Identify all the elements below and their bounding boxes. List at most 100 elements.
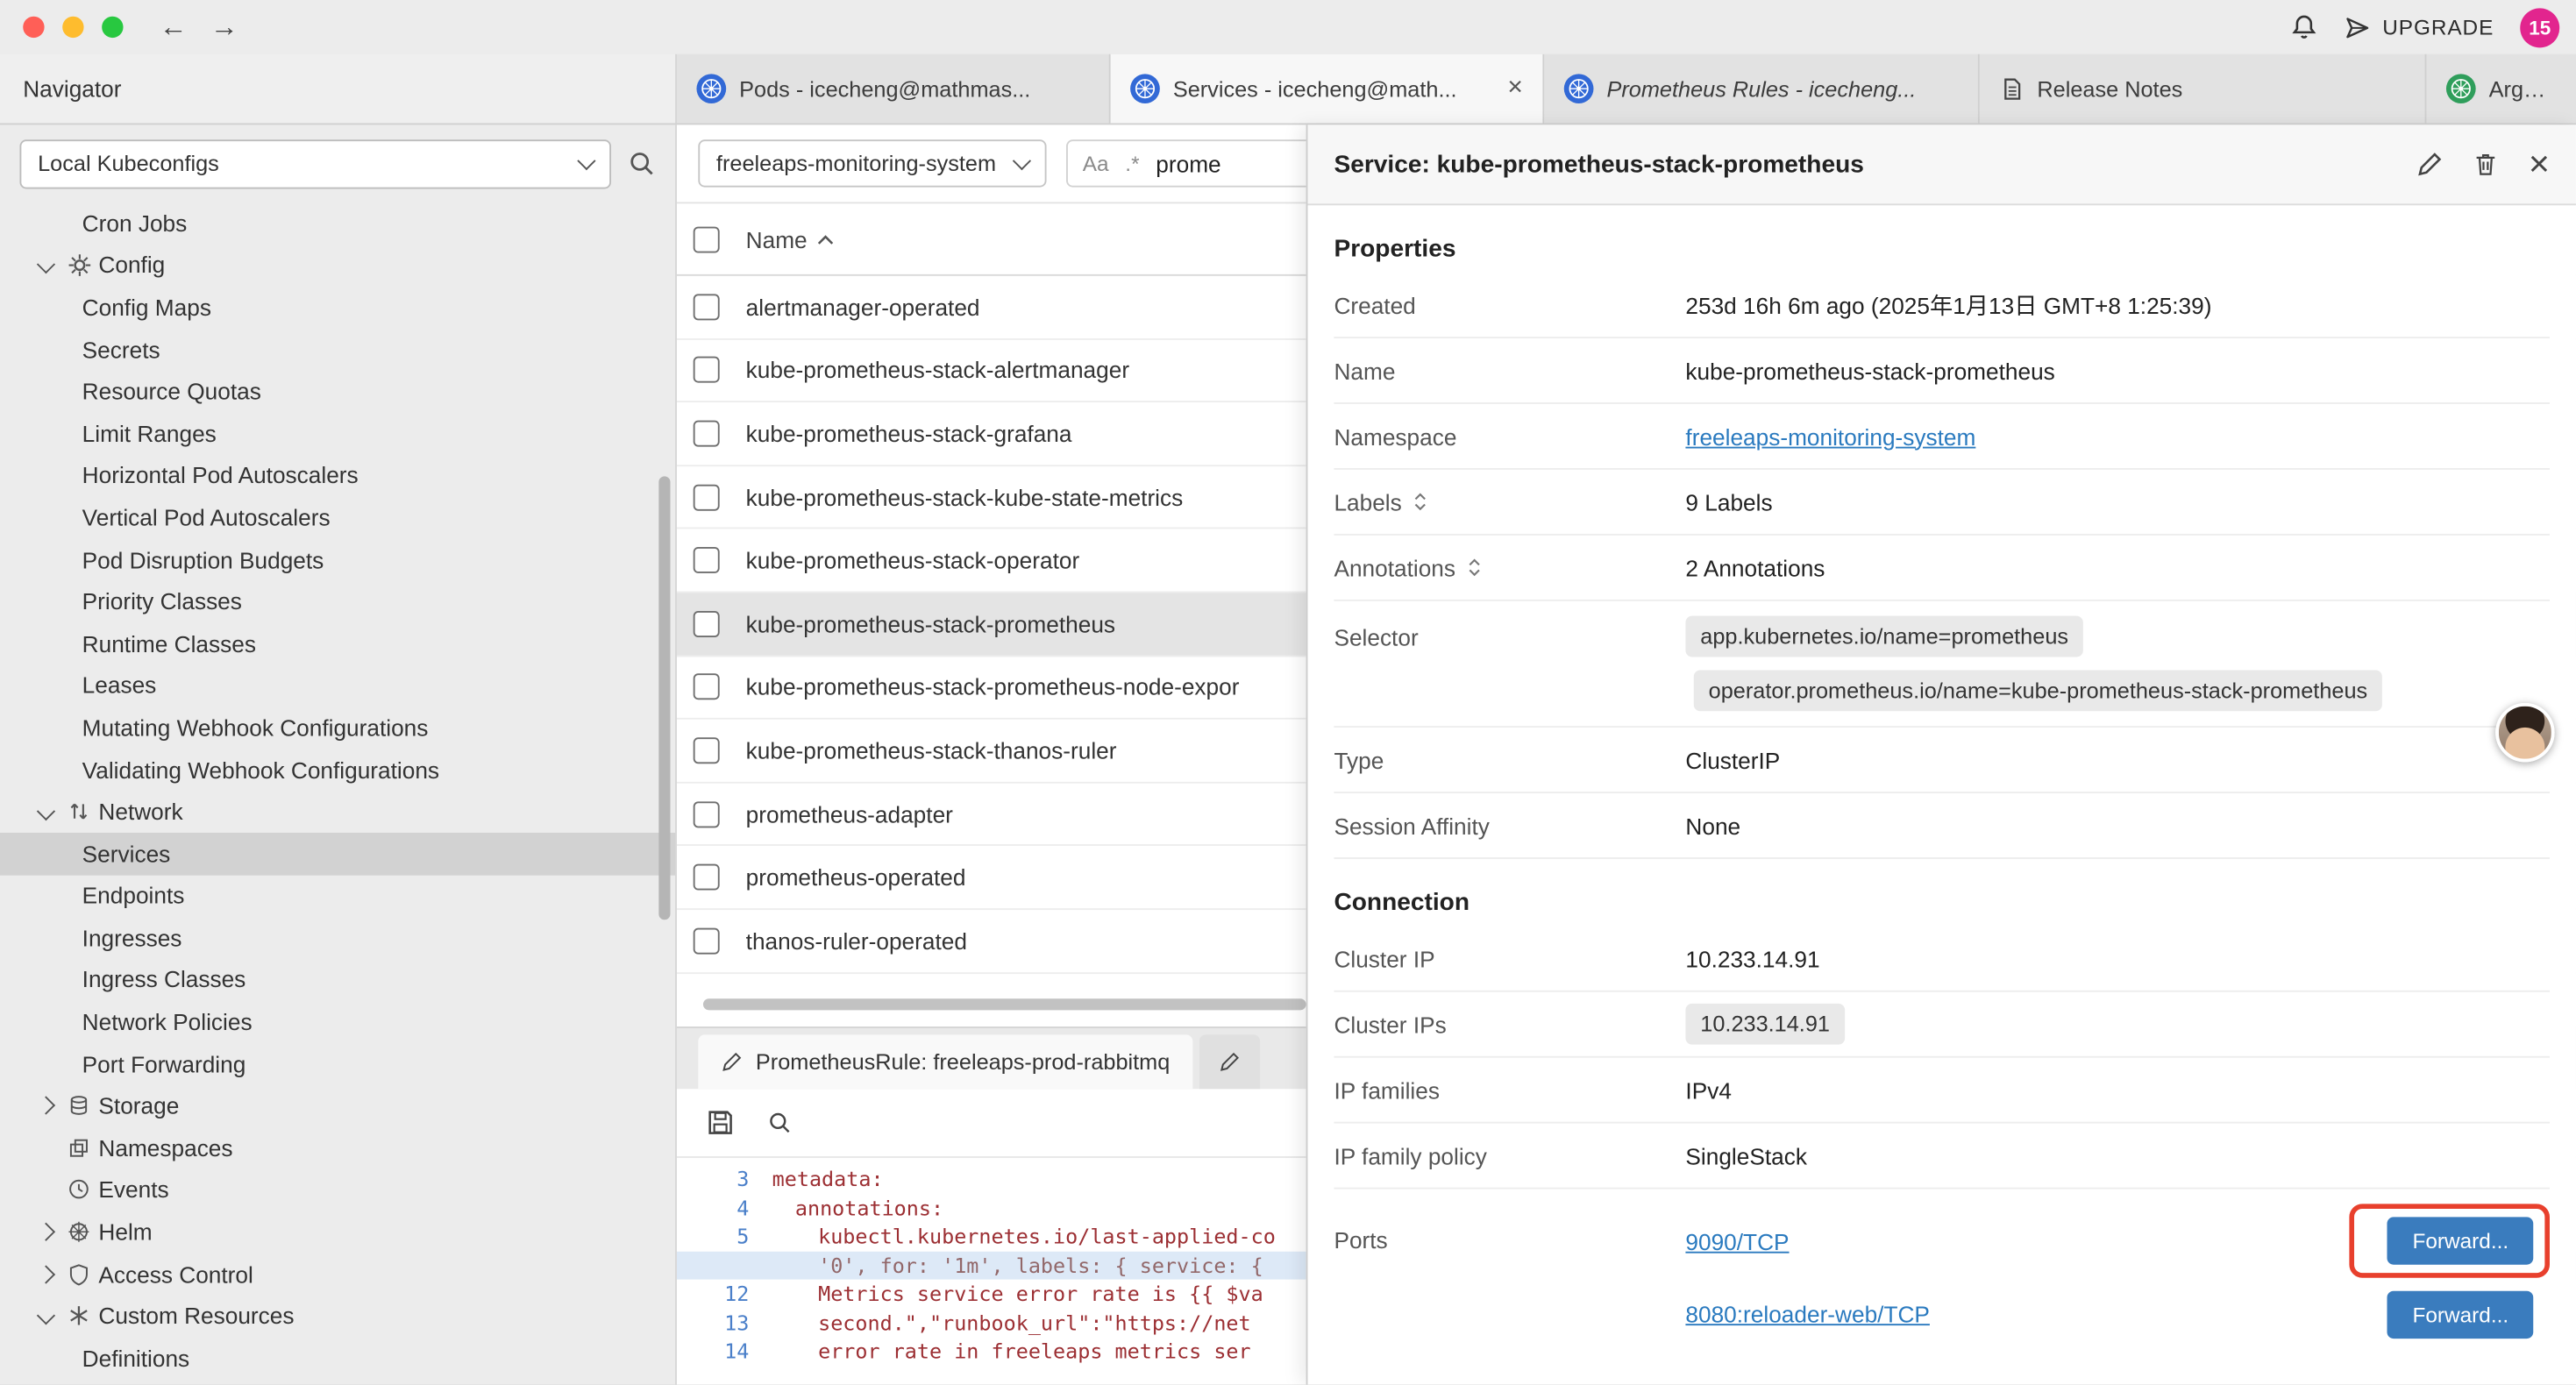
history-back-icon[interactable]: ←: [160, 11, 188, 43]
maximize-window-button[interactable]: [102, 17, 123, 38]
row-checkbox[interactable]: [694, 547, 720, 573]
port-link[interactable]: 9090/TCP: [1685, 1228, 1789, 1254]
sidebar-item-pod-disruption-budgets[interactable]: Pod Disruption Budgets: [0, 538, 675, 580]
sidebar-item-label: Custom Resources: [98, 1303, 294, 1329]
editor-search-icon[interactable]: [767, 1111, 792, 1135]
row-checkbox[interactable]: [694, 294, 720, 320]
sidebar-item-validating-webhook-configurations[interactable]: Validating Webhook Configurations: [0, 749, 675, 791]
tab-close-icon[interactable]: ×: [1507, 74, 1523, 103]
document-icon: [1999, 76, 2024, 101]
sidebar-item-network[interactable]: Network: [0, 791, 675, 833]
sidebar-item-horizontal-pod-autoscalers[interactable]: Horizontal Pod Autoscalers: [0, 454, 675, 496]
forward-button[interactable]: Forward...: [2387, 1290, 2533, 1338]
property-label: Labels: [1334, 488, 1401, 515]
tab-release-notes[interactable]: Release Notes: [1980, 54, 2427, 124]
notifications-bell-icon[interactable]: [2290, 13, 2318, 41]
sidebar-item-label: Resource Quotas: [82, 378, 261, 404]
close-window-button[interactable]: [23, 17, 44, 38]
sidebar-item-services[interactable]: Services: [0, 833, 675, 875]
dock-tab-prometheusrule[interactable]: PrometheusRule: freeleaps-prod-rabbitmq: [698, 1034, 1192, 1089]
row-checkbox[interactable]: [694, 864, 720, 891]
row-checkbox[interactable]: [694, 484, 720, 510]
row-checkbox[interactable]: [694, 357, 720, 383]
tab-label: Prometheus Rules - icecheng...: [1606, 76, 1958, 101]
chevron-down-icon: [37, 256, 55, 274]
namespace-selector-value: freeleaps-monitoring-system: [716, 151, 996, 175]
row-checkbox[interactable]: [694, 737, 720, 764]
save-icon[interactable]: [707, 1109, 735, 1137]
name-column-header[interactable]: Name: [746, 226, 836, 252]
namespace-link[interactable]: freeleaps-monitoring-system: [1685, 423, 1975, 449]
avatar[interactable]: [2495, 703, 2554, 762]
property-label: Name: [1334, 358, 1685, 384]
row-checkbox[interactable]: [694, 421, 720, 447]
sidebar-item-ingress-classes[interactable]: Ingress Classes: [0, 959, 675, 1001]
expand-updown-icon[interactable]: [1412, 491, 1430, 512]
port-line: 8080:reloader-web/TCP Forward...: [1685, 1278, 2550, 1350]
history-forward-icon[interactable]: →: [210, 11, 238, 43]
config-gear-icon: [59, 252, 98, 277]
sidebar-item-ingresses[interactable]: Ingresses: [0, 917, 675, 959]
sidebar-item-vertical-pod-autoscalers[interactable]: Vertical Pod Autoscalers: [0, 496, 675, 538]
close-icon[interactable]: ×: [2529, 146, 2550, 182]
dock-tab-secondary[interactable]: [1199, 1034, 1260, 1089]
sidebar-item-network-policies[interactable]: Network Policies: [0, 1001, 675, 1043]
chevron-right-icon: [37, 1265, 55, 1283]
sidebar-item-cron-jobs[interactable]: Cron Jobs: [0, 202, 675, 244]
port-link[interactable]: 8080:reloader-web/TCP: [1685, 1301, 1930, 1327]
sidebar-item-endpoints[interactable]: Endpoints: [0, 875, 675, 917]
sidebar-item-limit-ranges[interactable]: Limit Ranges: [0, 412, 675, 454]
expand-updown-icon[interactable]: [1465, 557, 1484, 578]
forward-button[interactable]: Forward...: [2387, 1217, 2533, 1264]
tab-services[interactable]: Services - icecheng@math... ×: [1111, 54, 1545, 124]
selector-badge: operator.prometheus.io/name=kube-prometh…: [1694, 670, 2382, 711]
sidebar-search-icon[interactable]: [628, 150, 656, 178]
tab-pods[interactable]: Pods - icecheng@mathmas...: [677, 54, 1111, 124]
kubeconfig-selector[interactable]: Local Kubeconfigs: [19, 138, 611, 188]
sidebar-item-config[interactable]: Config: [0, 244, 675, 286]
sidebar-item-storage[interactable]: Storage: [0, 1085, 675, 1127]
sidebar-item-label: Config Maps: [82, 294, 211, 320]
sidebar-item-label: Leases: [82, 672, 157, 699]
code-line: annotations:: [772, 1196, 943, 1220]
port-line: 9090/TCP Forward...: [1685, 1204, 2550, 1277]
regex-toggle[interactable]: .*: [1125, 151, 1139, 175]
row-checkbox[interactable]: [694, 674, 720, 700]
sidebar-item-secrets[interactable]: Secrets: [0, 328, 675, 370]
code-line: error rate in freeleaps metrics ser: [772, 1339, 1251, 1364]
minimize-window-button[interactable]: [62, 17, 83, 38]
namespace-selector[interactable]: freeleaps-monitoring-system: [698, 139, 1046, 187]
service-name: thanos-ruler-operated: [746, 927, 967, 954]
match-case-toggle[interactable]: Aa: [1083, 151, 1109, 175]
row-checkbox[interactable]: [694, 927, 720, 954]
property-value: 253d 16h 6m ago (2025年1月13日 GMT+8 1:25:3…: [1685, 288, 2211, 321]
sidebar-item-resource-quotas[interactable]: Resource Quotas: [0, 370, 675, 412]
row-checkbox[interactable]: [694, 801, 720, 827]
edit-pencil-icon[interactable]: [2416, 151, 2443, 177]
edit-pencil-icon: [1220, 1051, 1241, 1072]
sidebar-item-mutating-webhook-configurations[interactable]: Mutating Webhook Configurations: [0, 707, 675, 749]
chevron-right-icon: [37, 1223, 55, 1241]
sidebar-item-access-control[interactable]: Access Control: [0, 1253, 675, 1295]
upgrade-button[interactable]: UPGRADE: [2345, 14, 2494, 40]
sidebar-item-events[interactable]: Events: [0, 1168, 675, 1211]
sidebar-item-definitions[interactable]: Definitions: [0, 1337, 675, 1379]
code-line: Metrics service error rate is {{ $va: [772, 1282, 1263, 1306]
sidebar-item-custom-resources[interactable]: Custom Resources: [0, 1295, 675, 1337]
sidebar-item-helm[interactable]: Helm: [0, 1211, 675, 1253]
sidebar-item-label: Mutating Webhook Configurations: [82, 714, 429, 741]
sidebar-scrollbar[interactable]: [658, 476, 670, 920]
tab-prometheus-rules[interactable]: Prometheus Rules - icecheng...: [1544, 54, 1980, 124]
sidebar-item-leases[interactable]: Leases: [0, 664, 675, 707]
sidebar-item-config-maps[interactable]: Config Maps: [0, 286, 675, 328]
delete-trash-icon[interactable]: [2473, 151, 2499, 177]
select-all-checkbox[interactable]: [694, 226, 720, 252]
sidebar-item-priority-classes[interactable]: Priority Classes: [0, 580, 675, 622]
row-checkbox[interactable]: [694, 611, 720, 637]
horizontal-scrollbar[interactable]: [703, 998, 1306, 1010]
sidebar-item-namespaces[interactable]: Namespaces: [0, 1126, 675, 1168]
sidebar-item-runtime-classes[interactable]: Runtime Classes: [0, 622, 675, 664]
tab-argo[interactable]: Argo Se: [2426, 54, 2576, 124]
notification-count-badge[interactable]: 15: [2520, 7, 2559, 46]
sidebar-item-port-forwarding[interactable]: Port Forwarding: [0, 1043, 675, 1085]
